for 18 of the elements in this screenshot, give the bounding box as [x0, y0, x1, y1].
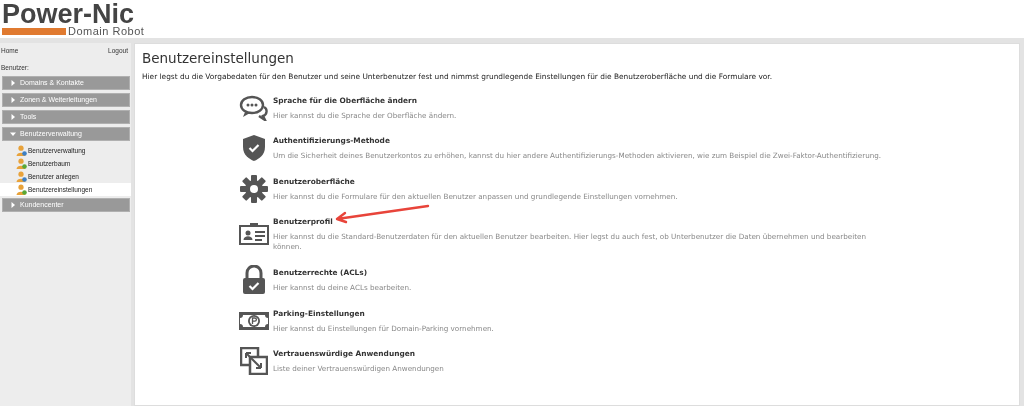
chat-icon — [239, 95, 269, 122]
caret-icon — [10, 202, 16, 208]
caret-icon — [10, 80, 16, 86]
id-card-icon — [239, 223, 269, 246]
gear-icon — [240, 175, 268, 204]
lock-icon — [242, 265, 266, 296]
caret-icon — [10, 97, 16, 103]
logo: Power-Nic Domain Robot — [2, 1, 145, 37]
caret-icon — [10, 114, 16, 120]
banknote-icon — [238, 311, 270, 332]
user-icon — [16, 158, 27, 169]
user-icon — [16, 145, 27, 156]
windows-icon — [240, 347, 268, 376]
page-title: Benutzereinstellungen — [142, 50, 295, 66]
user-icon — [16, 184, 27, 195]
caret-icon — [10, 131, 16, 137]
user-icon — [16, 171, 27, 182]
shield-icon — [242, 134, 266, 163]
